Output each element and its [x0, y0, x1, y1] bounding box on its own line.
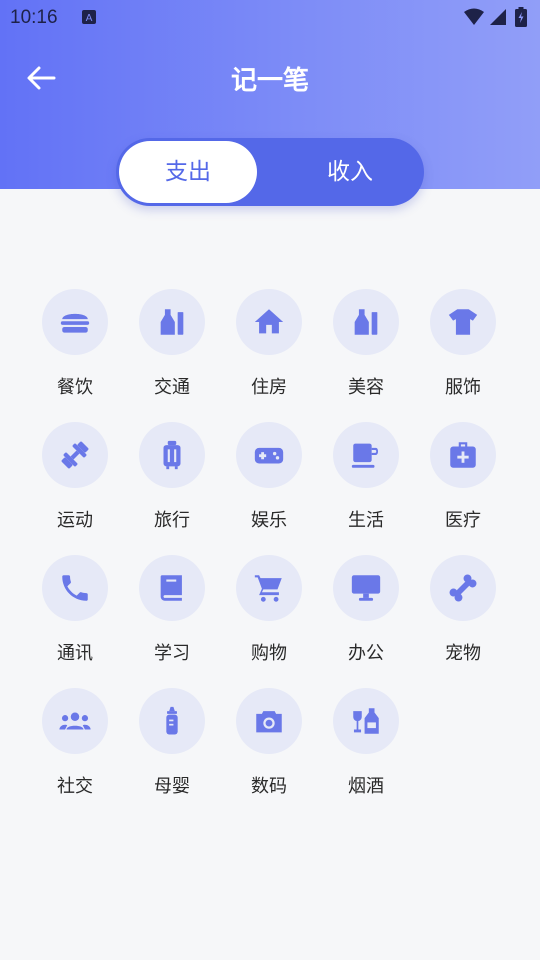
category-label: 通讯 — [57, 643, 93, 664]
category-label: 母婴 — [154, 776, 190, 797]
category-item-office[interactable]: 办公 — [317, 555, 415, 675]
wifi-icon — [464, 8, 484, 25]
category-item-medical[interactable]: 医疗 — [414, 422, 512, 542]
people-icon — [59, 712, 91, 730]
category-item-entertainment[interactable]: 娱乐 — [220, 422, 318, 542]
category-label: 社交 — [57, 776, 93, 797]
wine-bottle-icon — [353, 708, 379, 734]
category-item-maternity[interactable]: 母婴 — [123, 688, 221, 808]
medkit-icon — [450, 442, 476, 468]
category-item-dining[interactable]: 餐饮 — [26, 289, 124, 409]
category-label: 运动 — [57, 510, 93, 531]
status-bar: 10:16 A — [0, 0, 540, 36]
bone-icon — [449, 574, 477, 602]
category-label: 旅行 — [154, 510, 190, 531]
category-item-transport[interactable]: 交通 — [123, 289, 221, 409]
gamepad-icon — [254, 447, 284, 464]
category-label: 购物 — [251, 643, 287, 664]
category-item-social[interactable]: 社交 — [26, 688, 124, 808]
category-item-sports[interactable]: 运动 — [26, 422, 124, 542]
house-icon — [254, 309, 284, 334]
category-item-shopping[interactable]: 购物 — [220, 555, 318, 675]
category-label: 交通 — [154, 377, 190, 398]
category-item-tobacco-alcohol[interactable]: 烟酒 — [317, 688, 415, 808]
type-toggle: 支出 收入 — [116, 138, 424, 206]
book-icon — [160, 575, 182, 601]
category-label: 学习 — [154, 643, 190, 664]
category-label: 美容 — [348, 377, 384, 398]
page-title: 记一笔 — [230, 66, 309, 96]
svg-text:A: A — [86, 13, 93, 24]
category-label: 娱乐 — [251, 510, 287, 531]
burger-icon — [60, 313, 90, 333]
bottle-ruler-icon — [354, 309, 378, 335]
category-label: 住房 — [251, 377, 287, 398]
category-label: 数码 — [251, 776, 287, 797]
category-item-pets[interactable]: 宠物 — [414, 555, 512, 675]
tab-expense[interactable]: 支出 — [119, 141, 257, 203]
category-label: 医疗 — [445, 510, 481, 531]
category-item-communication[interactable]: 通讯 — [26, 555, 124, 675]
dumbbell-icon — [61, 441, 89, 469]
battery-charging-icon — [515, 7, 527, 27]
a-icon: A — [82, 10, 96, 24]
category-item-clothing[interactable]: 服饰 — [414, 289, 512, 409]
category-label: 宠物 — [445, 643, 481, 664]
luggage-icon — [163, 440, 181, 470]
category-label: 服饰 — [445, 377, 481, 398]
tshirt-icon — [448, 309, 478, 335]
tab-income[interactable]: 收入 — [276, 138, 424, 206]
category-item-study[interactable]: 学习 — [123, 555, 221, 675]
monitor-icon — [351, 575, 381, 601]
category-item-digital[interactable]: 数码 — [220, 688, 318, 808]
bottle-ruler-icon — [160, 309, 184, 335]
signal-icon — [490, 9, 506, 25]
phone-icon — [62, 575, 88, 601]
category-label: 生活 — [348, 510, 384, 531]
category-label: 烟酒 — [348, 776, 384, 797]
baby-bottle-icon — [166, 706, 178, 735]
category-item-beauty[interactable]: 美容 — [317, 289, 415, 409]
status-time: 10:16 — [10, 7, 58, 28]
mug-icon — [351, 443, 379, 468]
category-label: 办公 — [348, 643, 384, 664]
category-item-housing[interactable]: 住房 — [220, 289, 318, 409]
category-item-travel[interactable]: 旅行 — [123, 422, 221, 542]
category-label: 餐饮 — [57, 377, 93, 398]
camera-icon — [256, 711, 282, 733]
cart-icon — [254, 575, 282, 602]
category-item-living[interactable]: 生活 — [317, 422, 415, 542]
